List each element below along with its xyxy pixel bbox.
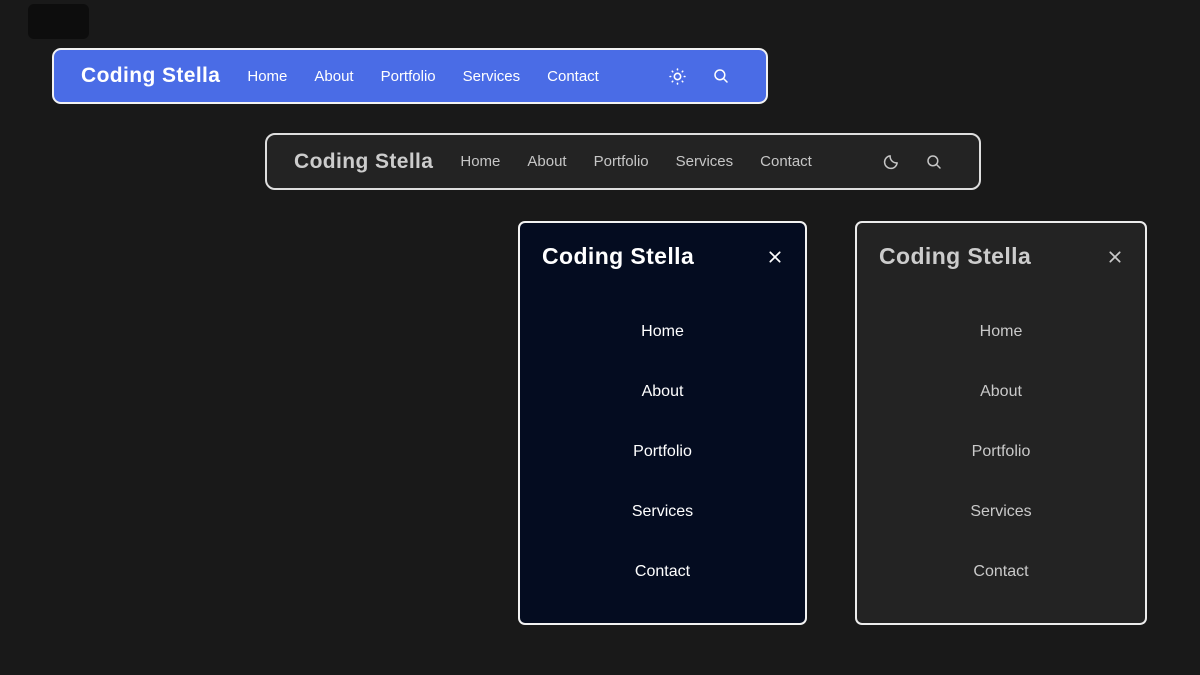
menu-link-about[interactable]: About [857, 362, 1145, 422]
nav-actions [668, 67, 766, 86]
mobile-menu-gray: Coding Stella Home About Portfolio Servi… [855, 221, 1147, 625]
menu-link-contact[interactable]: Contact [857, 542, 1145, 602]
moon-icon[interactable] [882, 153, 900, 171]
clipped-corner-box [28, 4, 89, 39]
menu-link-home[interactable]: Home [520, 302, 805, 362]
menu-link-home[interactable]: Home [857, 302, 1145, 362]
menu-link-about[interactable]: About [520, 362, 805, 422]
close-icon[interactable] [767, 249, 783, 265]
nav-link-services[interactable]: Services [463, 68, 521, 85]
menu-links: Home About Portfolio Services Contact [520, 302, 805, 602]
menu-link-portfolio[interactable]: Portfolio [857, 422, 1145, 482]
menu-link-services[interactable]: Services [857, 482, 1145, 542]
menu-links: Home About Portfolio Services Contact [857, 302, 1145, 602]
nav-link-about[interactable]: About [527, 153, 566, 170]
search-icon[interactable] [925, 153, 943, 171]
menu-header: Coding Stella [857, 223, 1145, 270]
nav-link-contact[interactable]: Contact [547, 68, 599, 85]
brand-logo[interactable]: Coding Stella [879, 243, 1031, 270]
nav-link-about[interactable]: About [314, 68, 353, 85]
menu-header: Coding Stella [520, 223, 805, 270]
sun-icon[interactable] [668, 67, 687, 86]
menu-link-portfolio[interactable]: Portfolio [520, 422, 805, 482]
navbar-light-theme: Coding Stella Home About Portfolio Servi… [52, 48, 768, 104]
nav-link-contact[interactable]: Contact [760, 153, 812, 170]
nav-link-services[interactable]: Services [676, 153, 734, 170]
nav-links: Home About Portfolio Services Contact [247, 68, 598, 85]
brand-logo[interactable]: Coding Stella [54, 64, 220, 88]
mobile-menu-navy: Coding Stella Home About Portfolio Servi… [518, 221, 807, 625]
search-icon[interactable] [712, 67, 730, 85]
close-icon[interactable] [1107, 249, 1123, 265]
nav-link-home[interactable]: Home [247, 68, 287, 85]
nav-links: Home About Portfolio Services Contact [460, 153, 811, 170]
nav-link-portfolio[interactable]: Portfolio [594, 153, 649, 170]
brand-logo[interactable]: Coding Stella [542, 243, 694, 270]
nav-link-home[interactable]: Home [460, 153, 500, 170]
menu-link-contact[interactable]: Contact [520, 542, 805, 602]
menu-link-services[interactable]: Services [520, 482, 805, 542]
nav-actions [882, 153, 979, 171]
brand-logo[interactable]: Coding Stella [267, 150, 433, 174]
nav-link-portfolio[interactable]: Portfolio [381, 68, 436, 85]
navbar-dark-theme: Coding Stella Home About Portfolio Servi… [265, 133, 981, 190]
